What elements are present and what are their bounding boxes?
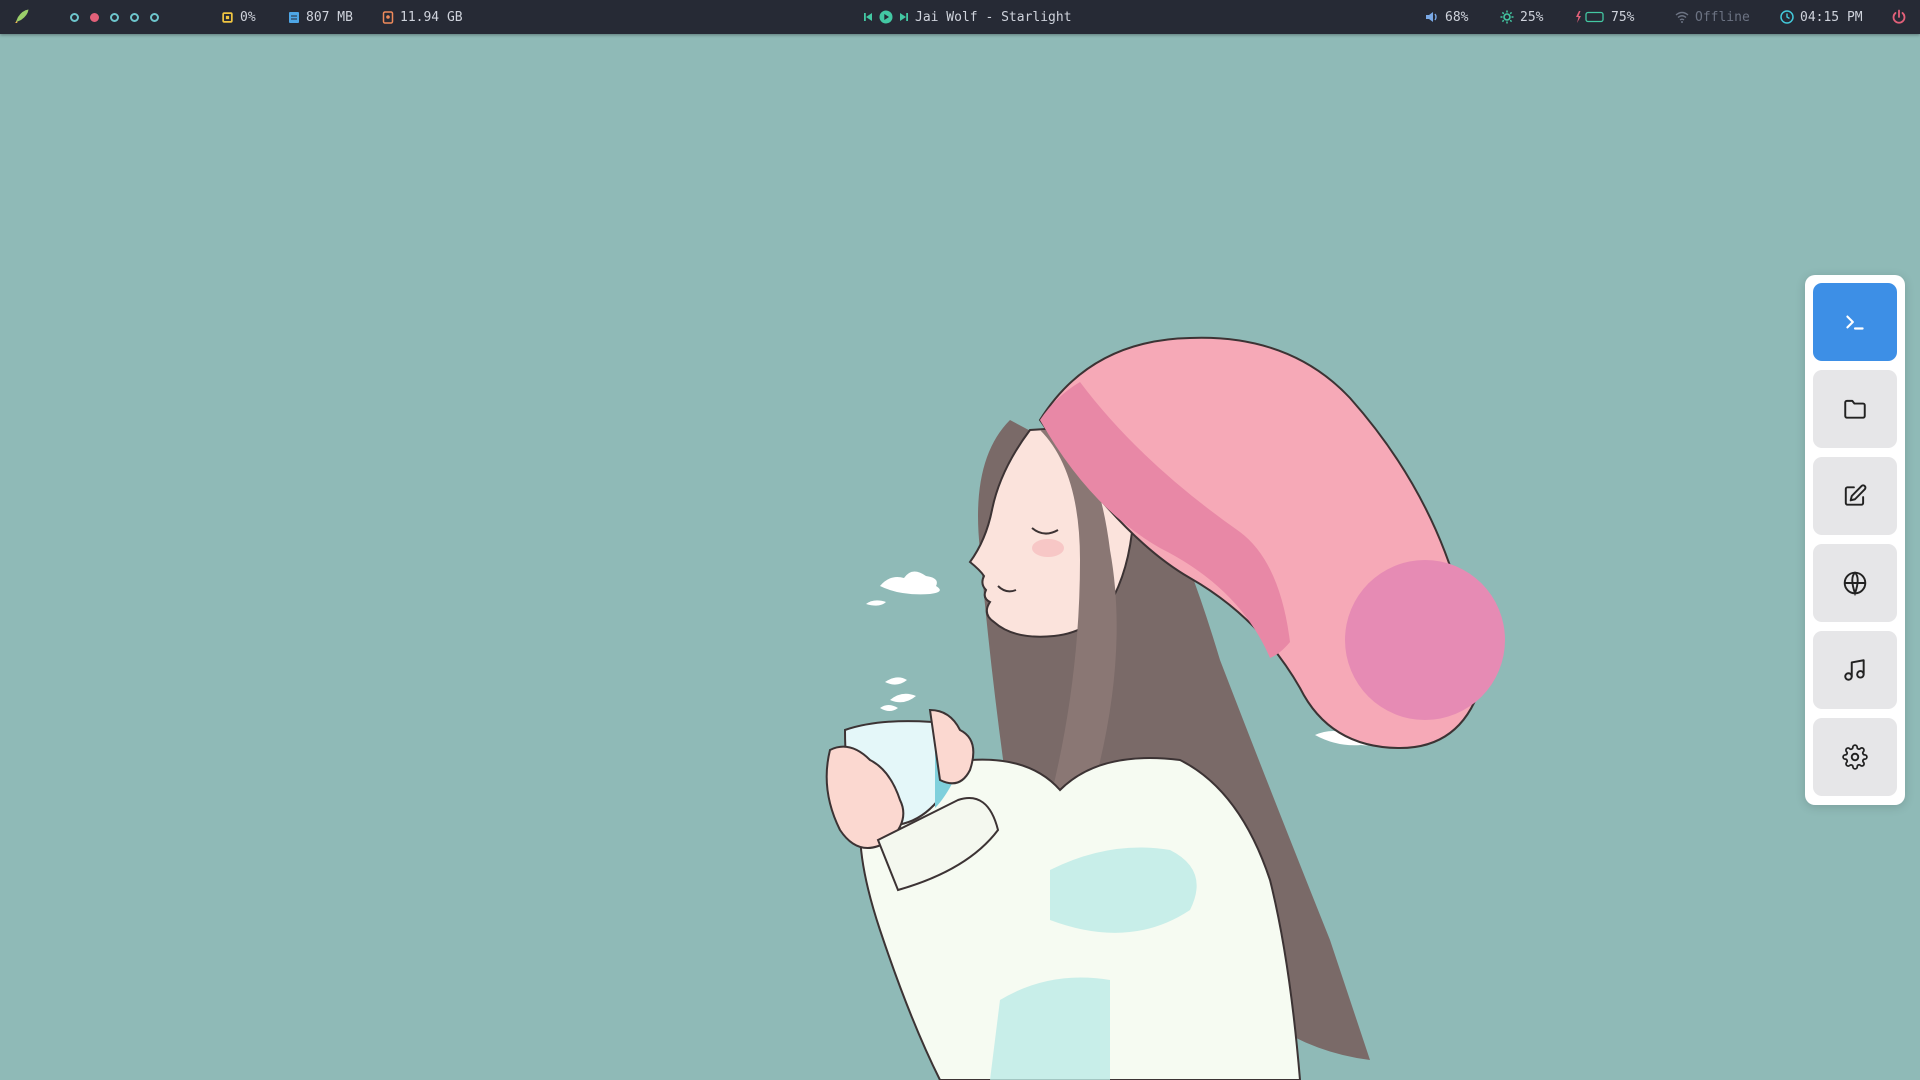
memory-module[interactable]: 807 MB [288,0,353,34]
dock-files-button[interactable] [1813,370,1897,448]
wifi-icon [1675,11,1689,23]
dock-browser-button[interactable] [1813,544,1897,622]
workspace-switcher [70,0,159,34]
brightness-value: 25% [1520,9,1544,25]
skip-back-icon[interactable] [863,12,873,22]
cpu-module[interactable]: 0% [221,0,256,34]
folder-icon [1844,399,1866,419]
gear-icon [1842,744,1868,770]
cpu-value: 0% [240,9,256,25]
brightness-module[interactable]: 25% [1500,0,1543,34]
memory-value: 807 MB [306,9,353,25]
battery-charging-icon [1576,11,1604,23]
app-dock [1805,275,1905,805]
power-icon [1892,9,1906,24]
clock-module[interactable]: 04:15 PM [1780,0,1863,34]
network-value: Offline [1695,9,1750,25]
power-button[interactable] [1891,0,1907,34]
cpu-icon [222,11,233,23]
workspace-3[interactable] [110,12,119,22]
clock-icon [1780,10,1794,24]
globe-icon [1843,571,1867,596]
terminal-icon [1846,315,1864,330]
dock-music-button[interactable] [1813,631,1897,709]
disk-module[interactable]: 11.94 GB [382,0,463,34]
network-module[interactable]: Offline [1675,0,1750,34]
rocket-icon [15,9,29,23]
skip-forward-icon[interactable] [899,12,909,22]
media-player: Jai Wolf - Starlight [863,0,1072,34]
dock-terminal-button[interactable] [1813,283,1897,361]
workspace-5[interactable] [150,12,159,22]
beanie-pompom [1345,560,1505,720]
brightness-icon [1500,10,1514,24]
launcher-button[interactable] [12,0,30,34]
workspace-4[interactable] [130,12,139,22]
workspace-1[interactable] [70,12,79,22]
clock-value: 04:15 PM [1800,9,1863,25]
disk-value: 11.94 GB [400,9,463,25]
desktop-wallpaper [825,336,1505,1080]
play-icon[interactable] [879,10,893,24]
dock-editor-button[interactable] [1813,457,1897,535]
edit-icon [1844,484,1867,506]
memory-icon [289,11,299,23]
top-bar: 0% 807 MB 11.94 GB Jai Wolf - Starlight [0,0,1920,34]
dock-settings-button[interactable] [1813,718,1897,796]
battery-value: 75% [1611,9,1635,25]
media-track-title[interactable]: Jai Wolf - Starlight [915,10,1072,25]
disk-icon [382,10,394,24]
volume-value: 68% [1445,9,1469,25]
music-icon [1844,659,1865,681]
volume-icon [1426,12,1437,22]
battery-module[interactable]: 75% [1575,0,1634,34]
workspace-2[interactable] [90,12,99,22]
volume-module[interactable]: 68% [1425,0,1468,34]
